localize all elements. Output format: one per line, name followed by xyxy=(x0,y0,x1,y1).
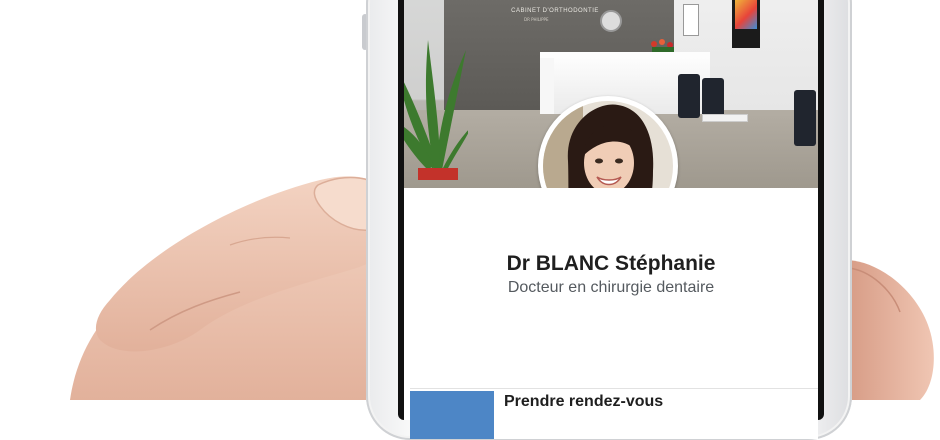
clinic-sign: CABINET D'ORTHODONTIE xyxy=(511,8,599,14)
plant-icon xyxy=(404,40,468,180)
phone-screen: CABINET D'ORTHODONTIE DR PHILIPPE Dr BLA… xyxy=(404,0,818,420)
doctor-name: Dr BLANC Stéphanie xyxy=(506,252,716,275)
calendar-icon xyxy=(410,391,494,439)
wall-poster xyxy=(732,0,760,48)
appointment-button[interactable]: Prendre rendez-vous xyxy=(410,388,818,439)
clock-icon xyxy=(600,10,622,32)
waiting-chair xyxy=(794,90,816,146)
wall-frame xyxy=(683,4,699,36)
doctor-title: Docteur en chirurgie dentaire xyxy=(507,279,715,296)
waiting-chair xyxy=(678,74,700,118)
flowers-icon xyxy=(651,39,674,52)
waiting-table xyxy=(702,114,748,122)
profile-card: Dr BLANC Stéphanie Docteur en chirurgie … xyxy=(404,188,818,420)
reception-desk-top xyxy=(540,52,710,58)
clinic-sign-sub: DR PHILIPPE xyxy=(524,17,549,22)
appointment-label: Prendre rendez-vous xyxy=(504,393,664,410)
